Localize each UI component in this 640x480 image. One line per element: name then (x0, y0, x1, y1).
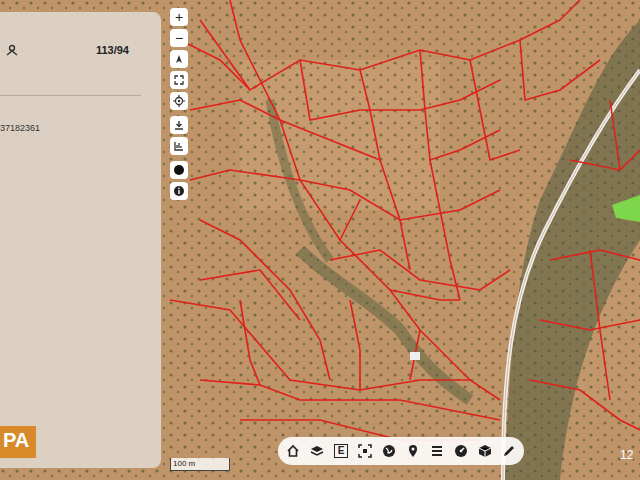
locate-button[interactable] (170, 92, 188, 110)
scale-bar: 100 m (170, 458, 230, 471)
home-icon[interactable] (286, 444, 300, 458)
chart-icon (174, 141, 184, 151)
logo: PA (0, 426, 161, 458)
crop-icon[interactable] (358, 444, 372, 458)
corner-label: 12 (620, 446, 633, 464)
map-view[interactable]: 113/94 37182361 PA + − E 100 m 12 (0, 0, 640, 480)
zoom-out-button[interactable]: − (170, 29, 188, 47)
panel-header: 113/94 (0, 12, 141, 96)
globe-icon[interactable] (382, 444, 396, 458)
parcel-id: 37182361 (0, 96, 161, 136)
info-icon (173, 185, 185, 197)
chart-button[interactable] (170, 137, 188, 155)
pin-icon[interactable] (406, 444, 420, 458)
parcel-code: 113/94 (96, 42, 135, 59)
cube-icon[interactable] (478, 444, 492, 458)
download-button[interactable] (170, 116, 188, 134)
info-button[interactable] (170, 182, 188, 200)
compass-icon (174, 54, 184, 64)
parcel-icon (6, 44, 18, 56)
bottom-toolbar: E (278, 437, 524, 465)
locate-icon (173, 95, 185, 107)
compass-button[interactable] (170, 50, 188, 68)
pencil-icon[interactable] (502, 444, 516, 458)
circle-icon (173, 164, 185, 176)
fullscreen-button[interactable] (170, 71, 188, 89)
info-panel: 113/94 37182361 PA (0, 12, 161, 468)
download-icon (174, 120, 184, 130)
zoom-in-button[interactable]: + (170, 8, 188, 26)
gauge-icon[interactable] (454, 444, 468, 458)
map-controls: + − (170, 8, 188, 200)
logo-mark: PA (0, 426, 36, 458)
fullscreen-icon (174, 75, 184, 85)
record-button[interactable] (170, 161, 188, 179)
list-icon[interactable] (430, 444, 444, 458)
layers-icon[interactable] (310, 444, 324, 458)
e-button[interactable]: E (334, 444, 348, 458)
